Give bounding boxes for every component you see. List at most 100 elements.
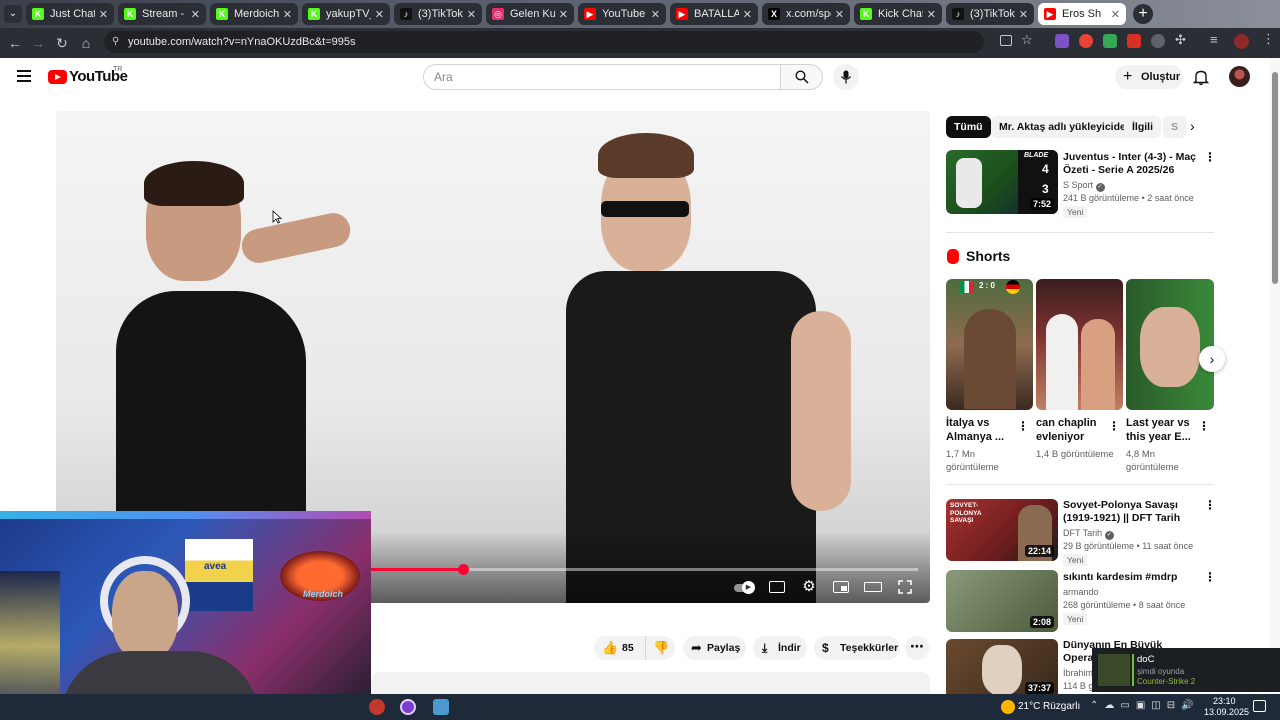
shorts-thumbnail[interactable]: 2 : 0 <box>946 279 1033 410</box>
account-avatar[interactable] <box>1229 66 1250 87</box>
browser-tab[interactable]: K Merdoich34 ✕ <box>210 3 298 25</box>
new-tab-button[interactable]: + <box>1133 4 1153 24</box>
browser-tab[interactable]: K Just Chatting ✕ <box>26 3 114 25</box>
tab-list-dropdown[interactable]: ⌄ <box>4 5 22 23</box>
more-vertical-icon[interactable]: ⋮ <box>1017 420 1029 432</box>
tab-close-icon[interactable]: ✕ <box>835 8 844 21</box>
more-vertical-icon[interactable]: ⋮ <box>1198 420 1210 432</box>
reload-icon[interactable]: ↻ <box>50 31 74 55</box>
home-icon[interactable]: ⌂ <box>74 31 98 55</box>
scrollbar-thumb[interactable] <box>1272 72 1278 284</box>
chip-more[interactable]: S <box>1163 116 1187 138</box>
chip-related[interactable]: İlgili <box>1124 116 1161 138</box>
extension-icon[interactable] <box>1103 34 1117 48</box>
related-title[interactable]: Juventus - Inter (4-3) - Maç Özeti - Ser… <box>1063 151 1203 177</box>
related-thumbnail[interactable]: 2:08 <box>946 570 1058 632</box>
related-title[interactable]: Sovyet-Polonya Savaşı (1919-1921) || DFT… <box>1063 499 1203 525</box>
fullscreen-icon[interactable] <box>895 578 915 596</box>
description-box[interactable] <box>371 672 930 694</box>
weather-temp[interactable]: 21°C <box>1018 701 1040 712</box>
thanks-button[interactable]: $ Teşekkürler <box>814 636 900 660</box>
shorts-thumbnail[interactable] <box>1036 279 1123 410</box>
taskbar-app-icon[interactable] <box>369 699 385 715</box>
shorts-title[interactable]: İtalya vs Almanya ... <box>946 416 1022 444</box>
browser-tab[interactable]: ♪ (3)TikTok - M ✕ <box>394 3 482 25</box>
clock-time[interactable]: 23:10 <box>1213 696 1236 706</box>
chip-from-uploader[interactable]: Mr. Aktaş adlı yükleyiciden <box>991 116 1141 138</box>
create-button[interactable]: + Oluştur <box>1115 65 1183 89</box>
weather-desc[interactable]: Rüzgarlı <box>1043 701 1080 712</box>
tray-icons[interactable]: ⌃☁▭▣◫⊟🔊 <box>1090 700 1200 714</box>
profile-avatar[interactable] <box>1234 34 1249 49</box>
hamburger-menu-icon[interactable] <box>17 70 31 82</box>
related-channel[interactable]: S Sport ✓ <box>1063 180 1105 192</box>
tab-close-icon[interactable]: ✕ <box>927 8 936 21</box>
related-title[interactable]: sıkıntı kardesim #mdrp <box>1063 571 1203 584</box>
extension-icon[interactable] <box>1151 34 1165 48</box>
theater-mode-icon[interactable] <box>863 578 883 596</box>
extension-icon[interactable] <box>1055 34 1069 48</box>
related-channel[interactable]: DFT Tarih ✓ <box>1063 528 1114 540</box>
extensions-puzzle-icon[interactable]: ✣ <box>1175 32 1186 48</box>
search-input[interactable]: Ara <box>423 64 781 90</box>
weather-icon[interactable] <box>1001 700 1015 714</box>
browser-tab[interactable]: ▶ BATALLAS d ✕ <box>670 3 758 25</box>
back-icon[interactable]: ← <box>3 31 27 55</box>
browser-menu-icon[interactable]: ⋮ <box>1262 31 1275 47</box>
tab-close-icon[interactable]: ✕ <box>467 8 476 21</box>
chips-next-chevron-icon[interactable]: › <box>1190 118 1195 134</box>
progress-bar[interactable] <box>370 568 918 571</box>
taskbar-app-icon[interactable] <box>400 699 416 715</box>
subtitles-icon[interactable] <box>767 578 787 596</box>
tab-close-icon[interactable]: ✕ <box>559 8 568 21</box>
taskbar-app-icon[interactable] <box>433 699 449 715</box>
tab-close-icon[interactable]: ✕ <box>1019 8 1028 21</box>
related-channel[interactable]: İbrahim <box>1063 668 1093 678</box>
more-vertical-icon[interactable]: ⋮ <box>1204 151 1216 163</box>
autoplay-toggle[interactable]: ▶ <box>734 578 755 596</box>
shorts-title[interactable]: can chaplin evleniyor <box>1036 416 1112 444</box>
clock-date[interactable]: 13.09.2025 <box>1204 707 1249 717</box>
notifications-bell-icon[interactable] <box>1192 68 1210 86</box>
more-actions-button[interactable]: ⋯ <box>905 636 929 660</box>
related-thumbnail[interactable]: SOVYET-POLONYA SAVAŞI 22:14 <box>946 499 1058 561</box>
reading-list-icon[interactable]: ≡ <box>1210 32 1218 47</box>
browser-tab[interactable]: ▶ Eros Sh ✕ <box>1038 3 1126 25</box>
install-app-icon[interactable] <box>1000 35 1012 46</box>
related-thumbnail[interactable]: 37:37 <box>946 639 1058 694</box>
shorts-title[interactable]: Last year vs this year E... <box>1126 416 1202 444</box>
tab-close-icon[interactable]: ✕ <box>651 8 660 21</box>
browser-tab[interactable]: ◎ Gelen Kutusu ✕ <box>486 3 574 25</box>
download-button[interactable]: ⤓ İndir <box>753 636 807 660</box>
progress-scrubber[interactable] <box>457 564 469 575</box>
extension-icon[interactable] <box>1079 34 1093 48</box>
browser-tab[interactable]: ♪ (3)TikTok - B ✕ <box>946 3 1034 25</box>
tab-close-icon[interactable]: ✕ <box>1111 8 1120 21</box>
address-bar[interactable]: ⚲ youtube.com/watch?v=nYnaOKUzdBc&t=995s <box>104 31 984 53</box>
dislike-button[interactable]: 👎 <box>645 636 675 660</box>
browser-tab[interactable]: Xx.com/sport ✕ <box>762 3 850 25</box>
related-channel[interactable]: armando <box>1063 587 1099 597</box>
site-info-icon[interactable]: ⚲ <box>112 31 119 53</box>
extension-icon[interactable] <box>1127 34 1141 48</box>
voice-search-button[interactable] <box>833 64 859 90</box>
shorts-next-button[interactable]: › <box>1199 346 1225 372</box>
more-vertical-icon[interactable]: ⋮ <box>1204 571 1216 583</box>
tab-close-icon[interactable]: ✕ <box>191 8 200 21</box>
browser-tab[interactable]: KyakupTV_1 ✕ <box>302 3 390 25</box>
chip-all[interactable]: Tümü <box>946 116 991 138</box>
more-vertical-icon[interactable]: ⋮ <box>1204 499 1216 511</box>
miniplayer-icon[interactable] <box>831 578 851 596</box>
shorts-thumbnail[interactable] <box>1126 279 1214 410</box>
browser-tab[interactable]: ▶ YouTube ✕ <box>578 3 666 25</box>
share-button[interactable]: ➦ Paylaş <box>683 636 746 660</box>
search-button[interactable] <box>780 64 823 90</box>
tab-close-icon[interactable]: ✕ <box>375 8 384 21</box>
like-button[interactable]: 👍 85 <box>594 636 645 660</box>
forward-icon[interactable]: → <box>26 31 50 55</box>
more-vertical-icon[interactable]: ⋮ <box>1108 420 1120 432</box>
tab-close-icon[interactable]: ✕ <box>283 8 292 21</box>
tab-close-icon[interactable]: ✕ <box>743 8 752 21</box>
browser-tab[interactable]: K Stream - Kick ✕ <box>118 3 206 25</box>
bookmark-star-icon[interactable]: ☆ <box>1021 32 1033 48</box>
